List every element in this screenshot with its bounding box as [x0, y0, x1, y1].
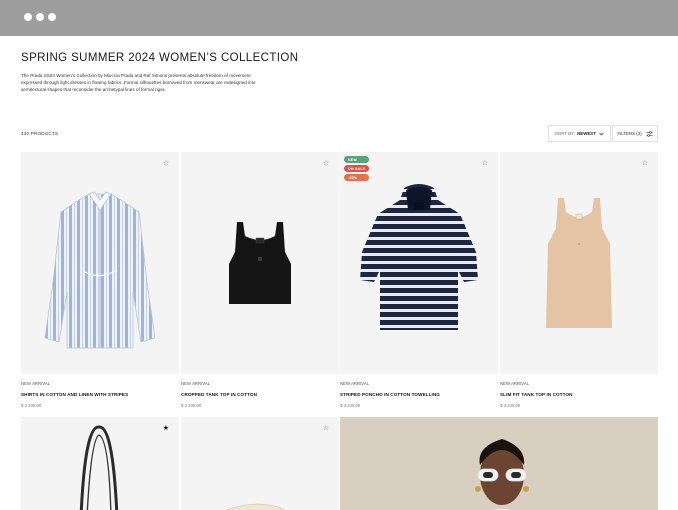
poncho-image	[360, 184, 478, 330]
product-tag: NEW ARRIVAL	[340, 381, 370, 386]
sort-label: SORT BY	[555, 131, 575, 136]
browser-window: SPRING SUMMER 2024 WOMEN’S COLLECTION Th…	[0, 0, 678, 510]
sliders-icon	[646, 130, 653, 137]
product-image[interactable]: ☆	[181, 152, 339, 374]
badge-discount: -50%	[344, 174, 370, 181]
favorite-star-icon[interactable]: ☆	[642, 160, 648, 167]
badge-on-sale: ON SALE	[344, 165, 370, 172]
favorite-star-icon[interactable]: ☆	[163, 160, 169, 167]
favorite-star-filled-icon[interactable]: ★	[163, 425, 169, 432]
product-name[interactable]: CROPPED TANK TOP IN COTTON	[181, 392, 339, 397]
title-bar	[0, 0, 678, 36]
window-controls	[24, 13, 56, 21]
product-price: $ 3.335,00	[340, 403, 361, 408]
sort-value: NEWEST	[577, 131, 596, 136]
product-card[interactable]: ☆ NEW ARRIVAL SHIRTS IN COTTON AND LINEN…	[21, 152, 179, 408]
product-image[interactable]: ☆	[500, 152, 658, 374]
product-image[interactable]: NEW ON SALE -50% ☆	[340, 152, 498, 374]
favorite-star-icon[interactable]: ☆	[323, 160, 329, 167]
product-card[interactable]: ☆ NEW ARRIVAL CROPPED TANK TOP IN COTTON…	[181, 152, 339, 408]
badge-group: NEW ON SALE -50%	[344, 156, 370, 181]
beige-tank-image	[546, 198, 612, 328]
product-name[interactable]: STRIPED PONCHO IN COTTON TOWELLING	[340, 392, 498, 397]
sort-dropdown[interactable]: SORT BY NEWEST	[548, 125, 611, 142]
shirt-image	[44, 191, 156, 349]
filters-label: FILTERS (3)	[617, 131, 642, 136]
product-name[interactable]: SLIM FIT TANK TOP IN COTTON	[500, 392, 658, 397]
model-photo	[340, 417, 658, 510]
window-dot-icon[interactable]	[24, 13, 32, 21]
promo-banner[interactable]	[340, 417, 658, 510]
page-title: SPRING SUMMER 2024 WOMEN’S COLLECTION	[21, 52, 299, 64]
product-image[interactable]: ★	[21, 417, 179, 510]
window-dot-icon[interactable]	[36, 13, 44, 21]
product-tag: NEW ARRIVAL	[500, 381, 530, 386]
product-tag: NEW ARRIVAL	[21, 381, 51, 386]
favorite-star-icon[interactable]: ☆	[323, 425, 329, 432]
bag-image	[79, 425, 119, 510]
page-content: SPRING SUMMER 2024 WOMEN’S COLLECTION Th…	[0, 36, 678, 510]
filters-button[interactable]: FILTERS (3)	[612, 125, 658, 142]
product-image[interactable]: ☆	[181, 417, 339, 510]
window-dot-icon[interactable]	[48, 13, 56, 21]
product-card[interactable]: NEW ON SALE -50% ☆ NEW ARRIVAL STRIPED P…	[340, 152, 498, 408]
badge-new: NEW	[344, 156, 370, 163]
product-card[interactable]: ☆ NEW ARRIVAL SLIM FIT TANK TOP IN COTTO…	[500, 152, 658, 408]
product-tag: NEW ARRIVAL	[181, 381, 211, 386]
product-price: $ 3.335,00	[21, 403, 42, 408]
favorite-star-icon[interactable]: ☆	[482, 160, 488, 167]
tank-top-image	[229, 222, 291, 304]
product-name[interactable]: SHIRTS IN COTTON AND LINEN WITH STRIPES	[21, 392, 179, 397]
product-price: $ 3.335,00	[500, 403, 521, 408]
product-count: 430 PRODUCTS	[21, 131, 59, 136]
accessory-image	[225, 503, 285, 510]
product-image[interactable]: ☆	[21, 152, 179, 374]
chevron-down-icon	[599, 132, 604, 135]
product-price: $ 3.335,00	[181, 403, 202, 408]
collection-description: The Prada SS24 Women’s Collection by Miu…	[21, 73, 256, 92]
